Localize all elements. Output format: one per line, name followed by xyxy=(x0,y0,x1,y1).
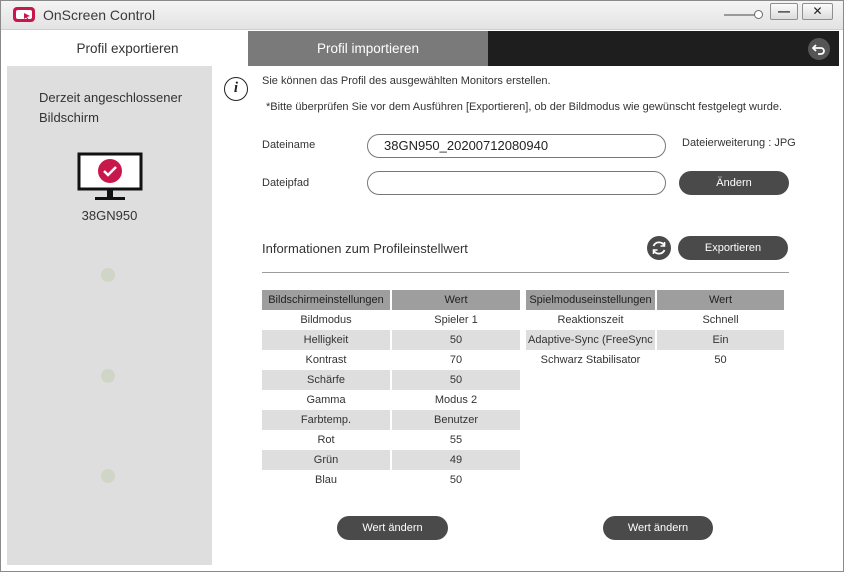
minimize-button[interactable]: — xyxy=(770,3,798,20)
sidebar-title: Derzeit angeschlossener Bildschirm xyxy=(39,90,183,125)
section-title: Informationen zum Profileinstellwert xyxy=(262,241,468,256)
change-game-values-button[interactable]: Wert ändern xyxy=(603,516,713,540)
setting-name: Bildmodus xyxy=(262,310,392,330)
setting-name: Gamma xyxy=(262,390,392,410)
setting-value: Spieler 1 xyxy=(391,310,522,330)
table-row: Schärfe 50 xyxy=(262,370,522,390)
setting-name: Blau xyxy=(262,470,392,490)
table-row: Schwarz Stabilisator 50 xyxy=(526,350,786,370)
table-row: Adaptive-Sync (FreeSync / G-Sync)Ein xyxy=(526,330,786,350)
monitor-name: 38GN950 xyxy=(81,208,138,223)
title-bar[interactable]: OnScreen Control — ✕ xyxy=(1,1,843,30)
back-button[interactable] xyxy=(808,38,830,60)
tab-profile-export[interactable]: Profil exportieren xyxy=(7,31,248,66)
monitor-icon[interactable] xyxy=(77,152,143,204)
table-row: Blau 50 xyxy=(262,470,522,490)
filename-field[interactable]: 38GN950_20200712080940 xyxy=(367,134,666,158)
export-button[interactable]: Exportieren xyxy=(678,236,788,260)
info-text: Sie können das Profil des ausgewählten M… xyxy=(262,75,551,87)
setting-name: Grün xyxy=(262,450,392,470)
setting-value: 49 xyxy=(391,450,522,470)
setting-name: Helligkeit xyxy=(262,330,392,350)
divider xyxy=(262,272,789,273)
info-note: *Bitte überprüfen Sie vor dem Ausführen … xyxy=(266,101,783,113)
app-window: OnScreen Control — ✕ Profil exportieren … xyxy=(0,0,844,572)
setting-name: Reaktionszeit xyxy=(526,310,657,330)
table-header: Bildschirmeinstellungen xyxy=(262,290,392,310)
table-header-row: Bildschirmeinstellungen Wert xyxy=(262,290,522,310)
table-header: Wert xyxy=(391,290,522,310)
empty-slot-dot xyxy=(101,469,115,483)
table-row: Gamma Modus 2 xyxy=(262,390,522,410)
setting-name: Schwarz Stabilisator xyxy=(526,350,657,370)
opacity-slider[interactable] xyxy=(724,10,764,20)
info-icon: i xyxy=(224,77,248,101)
setting-value: 70 xyxy=(391,350,522,370)
setting-value: 50 xyxy=(391,330,522,350)
setting-value: 50 xyxy=(656,350,786,370)
tab-bar: Profil exportieren Profil importieren xyxy=(7,31,839,66)
filepath-label: Dateipfad xyxy=(262,177,310,189)
sidebar: Derzeit angeschlossener Bildschirm 38GN9… xyxy=(7,66,212,565)
table-row: Grün 49 xyxy=(262,450,522,470)
game-settings-table: Spielmoduseinstellungen Wert Reaktionsze… xyxy=(526,290,786,370)
table-header-row: Spielmoduseinstellungen Wert xyxy=(526,290,786,310)
setting-value: Schnell xyxy=(656,310,786,330)
setting-value: Benutzer xyxy=(391,410,522,430)
filename-label: Dateiname xyxy=(262,139,316,151)
setting-name: Adaptive-Sync (FreeSync / G-Sync) xyxy=(526,330,657,350)
setting-value: Ein xyxy=(656,330,786,350)
app-logo-icon xyxy=(13,7,35,22)
setting-name: Schärfe xyxy=(262,370,392,390)
window-title: OnScreen Control xyxy=(43,7,156,23)
empty-slot-dot xyxy=(101,369,115,383)
refresh-icon xyxy=(652,241,666,255)
setting-name: Rot xyxy=(262,430,392,450)
filepath-field[interactable] xyxy=(367,171,666,195)
table-row: Farbtemp. Benutzer xyxy=(262,410,522,430)
setting-value: 50 xyxy=(391,470,522,490)
setting-name: Farbtemp. xyxy=(262,410,392,430)
change-path-button[interactable]: Ändern xyxy=(679,171,789,195)
slider-knob[interactable] xyxy=(754,10,763,19)
back-arrow-icon xyxy=(811,44,825,55)
setting-value: 55 xyxy=(391,430,522,450)
change-screen-values-button[interactable]: Wert ändern xyxy=(337,516,448,540)
table-row: Helligkeit 50 xyxy=(262,330,522,350)
extension-label: Dateierweiterung : JPG xyxy=(682,137,796,149)
setting-name: Kontrast xyxy=(262,350,392,370)
table-header: Wert xyxy=(656,290,786,310)
setting-value: 50 xyxy=(391,370,522,390)
tab-profile-import[interactable]: Profil importieren xyxy=(248,31,488,66)
table-row: Rot 55 xyxy=(262,430,522,450)
close-button[interactable]: ✕ xyxy=(802,3,833,20)
screen-settings-table: Bildschirmeinstellungen Wert Bildmodus Sp… xyxy=(262,290,522,490)
main-panel: i Sie können das Profil des ausgewählten… xyxy=(212,66,839,565)
empty-slot-dot xyxy=(101,268,115,282)
table-row: Kontrast 70 xyxy=(262,350,522,370)
table-row: Bildmodus Spieler 1 xyxy=(262,310,522,330)
refresh-button[interactable] xyxy=(647,236,671,260)
table-header: Spielmoduseinstellungen xyxy=(526,290,657,310)
setting-value: Modus 2 xyxy=(391,390,522,410)
table-row: Reaktionszeit Schnell xyxy=(526,310,786,330)
